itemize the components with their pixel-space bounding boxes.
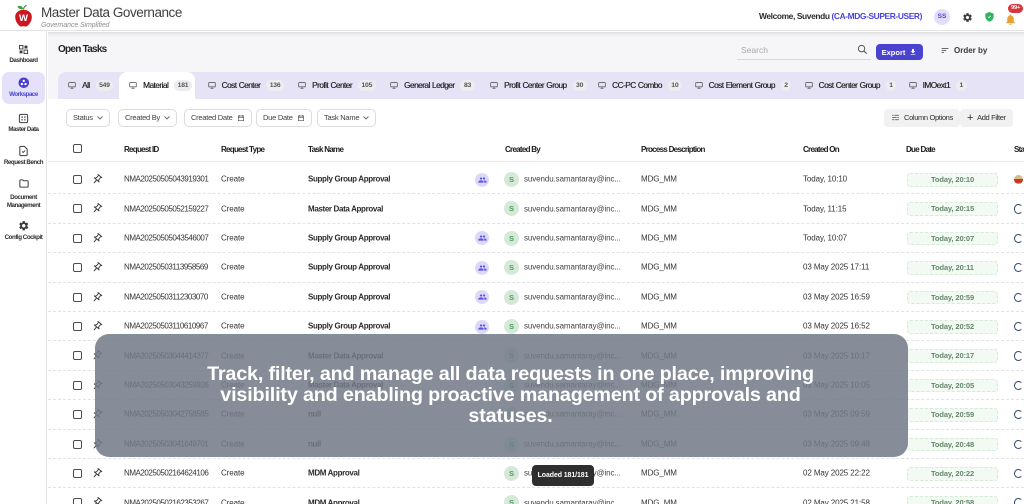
svg-text:W: W [19,13,28,24]
